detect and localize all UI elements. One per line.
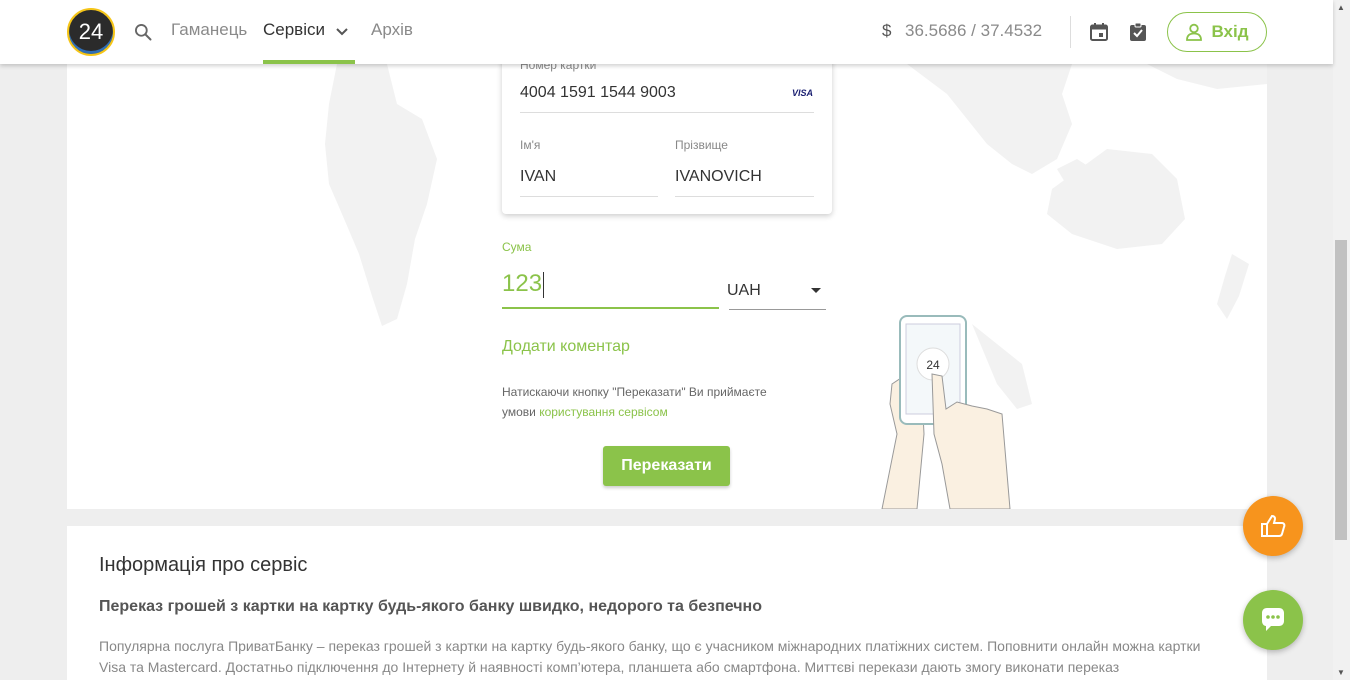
nav-active-indicator (263, 60, 355, 64)
nav-wallet[interactable]: Гаманець (171, 20, 247, 40)
chevron-down-icon[interactable] (334, 24, 350, 40)
login-button[interactable]: Вхід (1167, 12, 1267, 52)
terms-notice: Натискаючи кнопку "Переказати" Ви прийма… (502, 382, 802, 422)
exchange-rates[interactable]: 36.5686 / 37.4532 (905, 21, 1042, 41)
thumbs-up-icon (1261, 514, 1286, 537)
feedback-like-button[interactable] (1243, 496, 1303, 556)
terms-link[interactable]: користування сервісом (539, 405, 668, 419)
first-name-underline (520, 196, 658, 197)
card-number-underline (520, 112, 814, 113)
user-icon (1186, 23, 1203, 41)
card-number-label: Номер картки (520, 64, 597, 72)
illustration-badge-text: 24 (926, 358, 940, 372)
last-name-input[interactable]: IVANOVICH (675, 168, 762, 186)
service-info-section: Інформація про сервіс Переказ грошей з к… (67, 526, 1267, 680)
chat-button[interactable] (1243, 590, 1303, 650)
amount-input[interactable]: 123 (502, 270, 545, 298)
hand-phone-illustration: 24 (881, 315, 1011, 509)
currency-select[interactable]: UAH (727, 282, 761, 300)
visa-logo: VISA (792, 88, 814, 98)
first-name-label: Ім'я (520, 138, 541, 152)
dollar-icon: $ (882, 21, 892, 40)
scroll-thumb[interactable] (1335, 240, 1347, 540)
calendar-icon[interactable] (1089, 22, 1109, 42)
card-number-input[interactable]: 4004 1591 1544 9003 (520, 84, 676, 102)
info-paragraph: Популярна послуга ПриватБанку – переказ … (99, 638, 1201, 675)
nav-services[interactable]: Сервіси (263, 20, 325, 40)
transfer-button[interactable]: Переказати (603, 446, 730, 486)
scroll-down-arrow[interactable]: ▼ (1337, 668, 1345, 677)
transfer-section: Номер картки 4004 1591 1544 9003 VISA Ім… (67, 64, 1267, 509)
clipboard-check-icon[interactable] (1129, 22, 1147, 42)
privat24-logo[interactable]: 24 (67, 8, 115, 56)
last-name-label: Прізвище (675, 138, 728, 152)
scroll-up-arrow[interactable]: ▲ (1337, 3, 1345, 12)
first-name-input[interactable]: IVAN (520, 168, 556, 186)
card-details-form: Номер картки 4004 1591 1544 9003 VISA Ім… (502, 64, 832, 214)
page-scrollbar[interactable]: ▲ ▼ (1333, 0, 1350, 680)
search-icon[interactable] (133, 22, 153, 42)
dropdown-arrow-icon[interactable] (811, 288, 821, 293)
chat-icon (1262, 608, 1284, 631)
login-label: Вхід (1211, 22, 1249, 41)
text-cursor (543, 271, 545, 298)
nav-archive[interactable]: Архів (371, 20, 413, 40)
info-title: Інформація про сервіс (99, 554, 308, 576)
currency-underline (729, 309, 826, 310)
amount-value: 123 (502, 270, 543, 297)
amount-label: Сума (502, 240, 532, 254)
top-header: 24 Гаманець Сервіси Архів $ 36.5686 / 37… (0, 0, 1333, 64)
add-comment-link[interactable]: Додати коментар (502, 338, 630, 356)
info-subtitle: Переказ грошей з картки на картку будь-я… (99, 598, 762, 615)
header-divider (1070, 16, 1071, 48)
amount-underline (502, 307, 719, 309)
last-name-underline (675, 196, 814, 197)
